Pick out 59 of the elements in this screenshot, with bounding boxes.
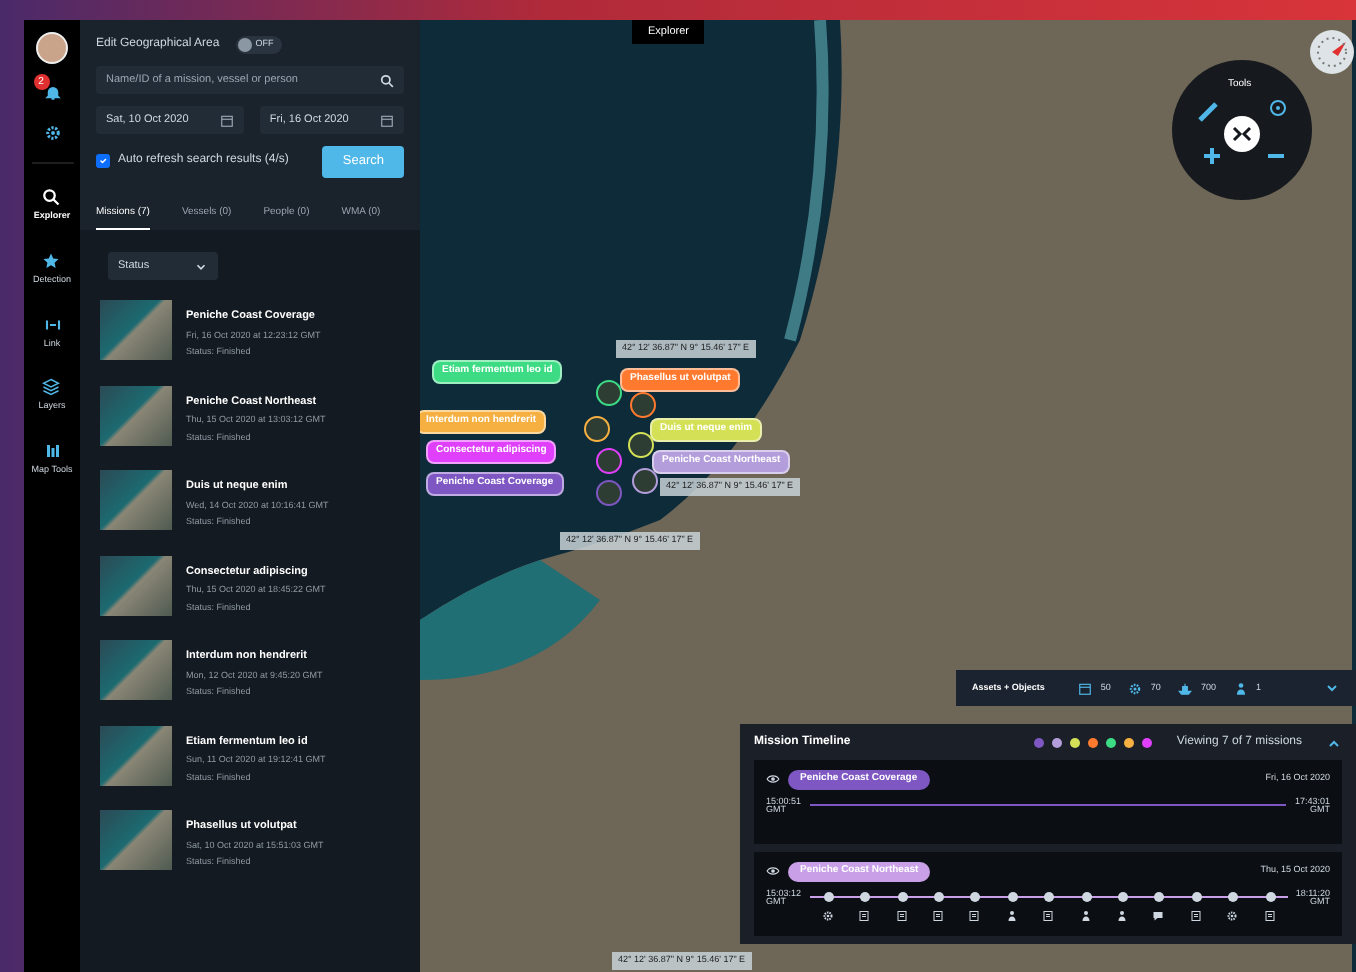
event-marker[interactable] [1007,891,1018,901]
event-marker[interactable] [1081,891,1092,901]
event-marker[interactable] [970,891,981,901]
bracket-icon [43,315,61,334]
gear-icon [821,909,834,921]
gear-icon [43,124,61,143]
ship-icon [1178,681,1193,695]
calendar-icon [219,113,234,127]
eye-icon [766,864,780,879]
event-marker[interactable] [1044,891,1055,901]
chevron-down-icon [1324,680,1340,696]
search-icon [380,73,394,87]
photo-placeholder [100,555,172,616]
photo-placeholder [100,640,172,701]
target-icon[interactable] [1270,100,1286,116]
event-marker[interactable] [933,891,944,901]
event-marker[interactable] [1228,891,1239,901]
person-icon [1115,909,1128,921]
gear-icon [1226,909,1239,921]
document-icon [1189,909,1202,921]
document-icon [858,909,871,921]
event-marker[interactable] [1117,891,1128,901]
photo-placeholder [100,300,172,361]
photo-placeholder [100,810,172,871]
plus-icon[interactable] [1202,146,1222,166]
star-icon [42,251,61,270]
avatar-circle[interactable] [36,32,68,64]
photo-placeholder [100,725,172,786]
document-icon [1042,909,1055,921]
bars-icon [43,442,61,461]
layers-icon [42,378,61,397]
person-icon [1005,909,1018,921]
document-icon [931,909,944,921]
search-icon [42,188,61,207]
chevron-down-icon [194,259,208,274]
event-marker[interactable] [860,891,871,901]
chat-icon [1152,909,1165,921]
chevron-up-icon [1326,735,1342,751]
event-marker[interactable] [823,891,834,901]
person-icon [1233,681,1248,695]
photo-placeholder [100,470,172,531]
photo-placeholder [100,385,172,446]
document-icon [968,909,981,921]
person-icon [1079,909,1092,921]
calendar-icon [1078,681,1093,695]
bell-icon [43,84,61,102]
gear-icon [1128,681,1143,695]
event-marker[interactable] [1265,891,1276,901]
drag-handle-icon[interactable] [1224,116,1260,152]
document-icon [1263,909,1276,921]
event-marker[interactable] [1191,891,1202,901]
pencil-icon[interactable] [1198,102,1218,122]
compass-icon[interactable] [1308,28,1356,76]
event-marker[interactable] [897,891,908,901]
event-marker[interactable] [1154,891,1165,901]
document-icon [895,909,908,921]
auto-refresh-checkbox[interactable] [96,154,110,169]
calendar-icon [380,113,394,127]
eye-icon [766,772,780,787]
